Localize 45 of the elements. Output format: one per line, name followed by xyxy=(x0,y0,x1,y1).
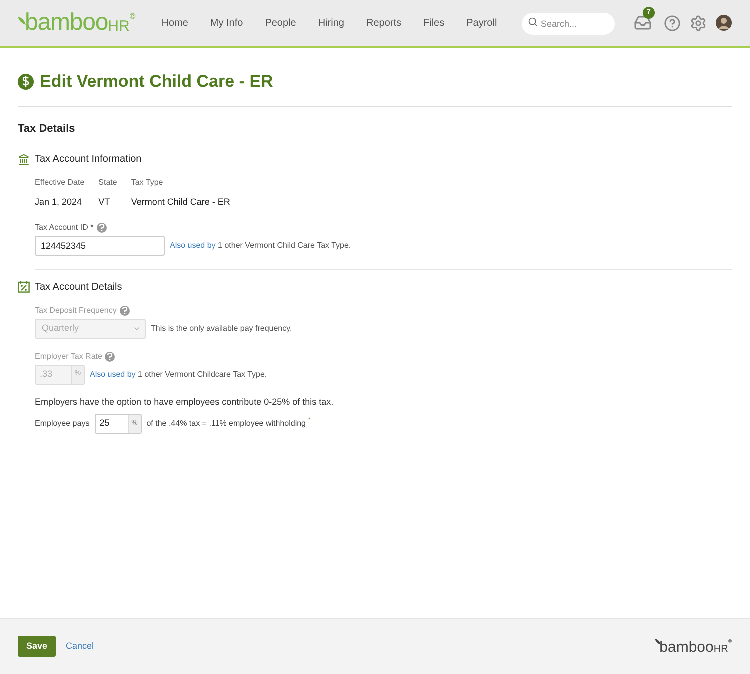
bamboohr-logo: bambooHR ® xyxy=(18,11,136,35)
option-text: Employers have the option to have employees contribute 0-25% of this tax. xyxy=(35,396,335,409)
field-note: of the .44% tax = .11% employee withholding xyxy=(146,418,306,430)
help-icon[interactable] xyxy=(120,306,130,316)
nav-link[interactable]: My Info xyxy=(210,16,244,30)
search-icon xyxy=(528,17,538,27)
help-icon[interactable] xyxy=(96,222,107,232)
field-note: This is the only available pay frequency. xyxy=(151,322,292,334)
column-label: State xyxy=(98,177,118,189)
subsection-heading: Tax Account Details xyxy=(35,280,122,294)
nav-link[interactable]: Home xyxy=(162,16,188,30)
nav-link[interactable]: Hiring xyxy=(318,16,344,30)
cancel-link[interactable]: Cancel xyxy=(66,640,94,654)
field-label: Employee pays xyxy=(35,418,90,430)
column-value: VT xyxy=(98,196,112,209)
nav-link[interactable]: Reports xyxy=(366,16,402,30)
calendar-percent-icon xyxy=(18,281,30,293)
avatar[interactable] xyxy=(716,15,732,31)
usage-note: Also used by 1 other Vermont Childcare Tax Type. xyxy=(90,368,268,380)
settings-icon[interactable] xyxy=(690,14,707,32)
dollar-icon xyxy=(18,74,34,90)
column-value: Jan 1, 2024 xyxy=(35,196,84,209)
save-button[interactable]: Save xyxy=(18,636,56,657)
column-value: Vermont Child Care - ER xyxy=(131,196,232,209)
leaf-icon xyxy=(654,638,661,644)
nav-link[interactable]: Files xyxy=(423,16,445,30)
subsection-heading: Tax Account Information xyxy=(35,153,142,167)
usage-note: Also used by 1 other Vermont Child Care Tax Type. xyxy=(170,240,352,252)
also-used-link[interactable]: Also used by xyxy=(170,240,216,250)
field-label: Employer Tax Rate xyxy=(35,350,102,362)
help-icon[interactable] xyxy=(664,14,681,32)
bank-icon xyxy=(18,154,30,166)
inbox-icon[interactable] xyxy=(634,14,652,32)
column-label: Tax Type xyxy=(131,177,164,189)
field-label: Tax Deposit Frequency xyxy=(35,304,117,316)
column-label: Effective Date xyxy=(35,177,85,189)
section-heading: Tax Details xyxy=(18,122,76,136)
leaf-icon xyxy=(18,17,26,25)
help-icon[interactable] xyxy=(105,352,116,362)
nav-link[interactable]: Payroll xyxy=(466,16,498,30)
field-label: Tax Account ID * xyxy=(35,222,94,234)
tax-account-id-field[interactable]: 124452345 xyxy=(35,236,165,256)
nav-link[interactable]: People xyxy=(265,16,296,30)
page-title: Edit Vermont Child Care - ER xyxy=(40,71,274,93)
search-field[interactable]: Search... xyxy=(522,13,615,35)
